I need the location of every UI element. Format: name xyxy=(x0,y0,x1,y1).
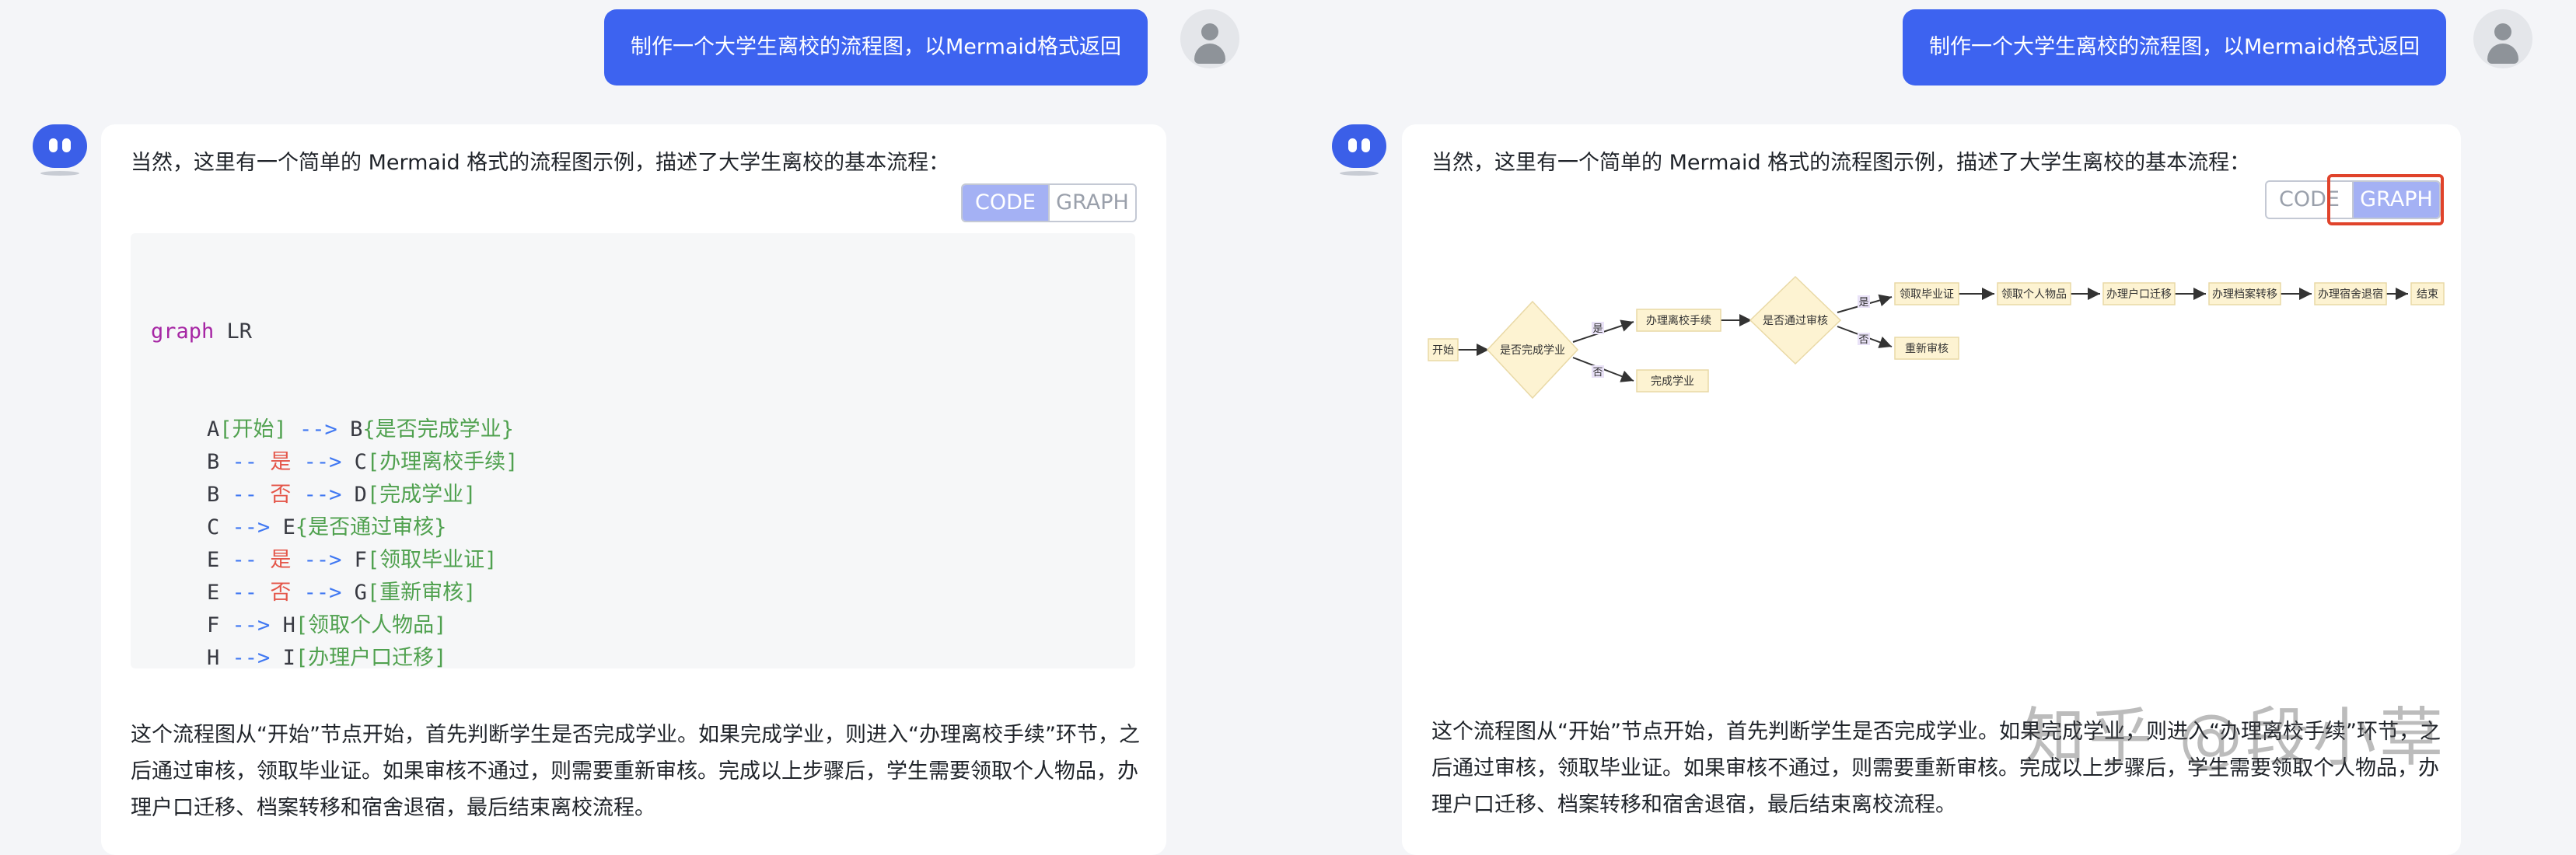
node-label-d: 完成学业 xyxy=(1651,375,1694,387)
node-label-a: 开始 xyxy=(1432,344,1454,356)
bot-avatar xyxy=(1332,124,1386,176)
edge-label-b-c: 是 xyxy=(1592,323,1603,334)
code-line: B -- 是 --> C[办理离校手续] xyxy=(207,450,519,474)
node-label-b: 是否完成学业 xyxy=(1500,344,1565,356)
edge-label-e-g: 否 xyxy=(1858,333,1868,345)
user-message: 制作一个大学生离校的流程图，以Mermaid格式返回 xyxy=(604,9,1148,86)
code-line: H --> I[办理户口迁移] xyxy=(207,646,447,668)
watermark: 知乎 @段小草 xyxy=(2022,701,2447,775)
user-avatar[interactable] xyxy=(1180,9,1239,68)
node-label-f: 领取毕业证 xyxy=(1900,288,1954,300)
user-message: 制作一个大学生离校的流程图，以Mermaid格式返回 xyxy=(1903,9,2447,86)
node-label-l: 结束 xyxy=(2417,288,2438,300)
code-line: E -- 否 --> G[重新审核] xyxy=(207,581,477,605)
chat-panel-code: 制作一个大学生离校的流程图，以Mermaid格式返回 当然，这里有一个简单的 M… xyxy=(0,0,1288,855)
assistant-intro: 当然，这里有一个简单的 Mermaid 格式的流程图示例，描述了大学生离校的基本… xyxy=(131,151,950,175)
node-label-i: 办理户口迁移 xyxy=(2106,288,2172,300)
user-avatar[interactable] xyxy=(2473,9,2532,68)
code-line: A[开始] --> B{是否完成学业} xyxy=(207,417,514,441)
code-line: F --> H[领取个人物品] xyxy=(207,613,447,637)
code-line-header: graph LR xyxy=(151,319,253,344)
node-label-c: 办理离校手续 xyxy=(1646,314,1711,326)
view-toggle: CODE GRAPH xyxy=(961,183,1137,222)
mermaid-code-block: graph LR A[开始] --> B{是否完成学业} B -- 是 --> C… xyxy=(131,233,1135,668)
edge-label-e-f: 是 xyxy=(1858,296,1868,308)
node-label-h: 领取个人物品 xyxy=(2001,288,2067,300)
bot-avatar xyxy=(33,124,87,176)
code-line: B -- 否 --> D[完成学业] xyxy=(207,483,477,507)
user-avatar-icon xyxy=(2494,23,2511,40)
code-line: C --> E{是否通过审核} xyxy=(207,515,447,539)
flowchart-graph: 是 否 是 否 开始 是否完成学业 办理离校手续 完成学业 是否通过审核 领取毕… xyxy=(1428,275,2445,400)
graph-tab-button[interactable]: GRAPH xyxy=(1048,185,1135,221)
code-tab-button[interactable]: CODE xyxy=(963,185,1048,221)
edge-label-b-d: 否 xyxy=(1592,366,1603,378)
node-label-j: 办理档案转移 xyxy=(2212,288,2277,300)
node-label-g: 重新审核 xyxy=(1905,342,1949,354)
assistant-message: 当然，这里有一个简单的 Mermaid 格式的流程图示例，描述了大学生离校的基本… xyxy=(101,124,1166,855)
assistant-intro: 当然，这里有一个简单的 Mermaid 格式的流程图示例，描述了大学生离校的基本… xyxy=(1431,151,2251,175)
node-label-e: 是否通过审核 xyxy=(1763,314,1828,326)
node-label-k: 办理宿舍退宿 xyxy=(2318,288,2383,300)
user-avatar-icon xyxy=(1201,23,1218,40)
assistant-description: 这个流程图从“开始”节点开始，首先判断学生是否完成学业。如果完成学业，则进入“办… xyxy=(131,723,1140,820)
code-line: E -- 是 --> F[领取毕业证] xyxy=(207,548,498,572)
code-lines: graph LR A[开始] --> B{是否完成学业} B -- 是 --> C… xyxy=(151,250,518,668)
